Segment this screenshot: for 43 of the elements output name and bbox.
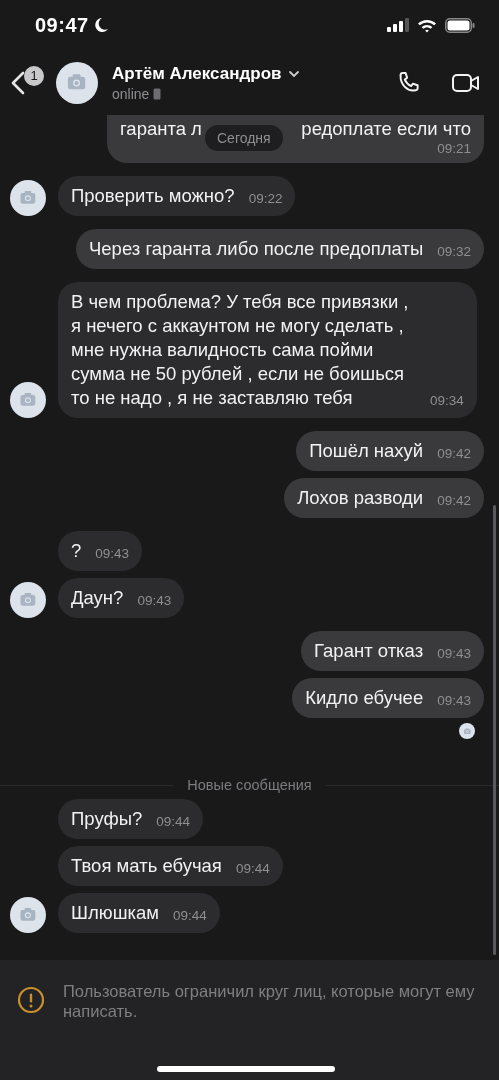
message-time: 09:34 (430, 392, 464, 410)
battery-icon (445, 17, 475, 33)
message-time: 09:22 (248, 190, 283, 208)
message-text: Проверить можно? (71, 184, 235, 208)
message-text: Пруфы? (71, 807, 143, 831)
phone-device-icon (153, 87, 162, 100)
message-text: ? (71, 539, 82, 563)
message-time: 09:43 (437, 692, 471, 710)
message-text: Даун? (71, 586, 124, 610)
message-time: 09:44 (235, 860, 270, 878)
contact-name[interactable]: Артём Александров (112, 63, 395, 84)
back-icon (10, 69, 26, 96)
message-time: 09:43 (437, 645, 471, 663)
message-text: Лохов разводи (297, 486, 424, 510)
unread-badge: 1 (24, 65, 44, 86)
message-text: Кидло ебучее (305, 686, 424, 710)
date-pill: Сегодня (205, 125, 283, 151)
wifi-icon (417, 17, 437, 33)
back-button[interactable]: 1 (10, 60, 50, 105)
message-text: редоплате если что (301, 117, 471, 141)
new-messages-divider: Новые сообщения (187, 777, 312, 793)
message-text: Через гаранта либо после предоплаты (89, 237, 424, 261)
chevron-down-icon (287, 69, 300, 78)
message-text: Шлюшкам (71, 901, 159, 925)
message-time: 09:43 (95, 545, 130, 563)
message-text: В чем проблема? У тебя все привязки , я нечего с аккаунтом не могу сделать , мне нужна валидность сама пойми сумма не 50 рублей , если не боишься то не надо , я не заставляю тебя (71, 290, 410, 410)
message-time: 09:32 (437, 243, 471, 261)
message-time: 09:44 (173, 907, 207, 925)
message-text: Гарант отказ (314, 639, 424, 663)
message-time: 09:44 (156, 813, 191, 831)
message-time: 09:42 (437, 445, 471, 463)
message-text: Твоя мать ебучая (71, 854, 222, 878)
message-text: Пошёл нахуй (309, 439, 424, 463)
online-status: online (112, 85, 150, 102)
contact-avatar (56, 61, 98, 104)
warning-icon (17, 986, 45, 1014)
signal-icon (387, 18, 409, 32)
message-time: 09:42 (437, 492, 471, 510)
restriction-notice: Пользователь ограничил круг лиц, которые могут ему написать. (63, 981, 475, 1021)
message-time: 09:21 (436, 141, 471, 157)
clock: 09:47 (35, 13, 89, 37)
message-text: гаранта л (120, 117, 202, 141)
message-time: 09:43 (137, 592, 172, 610)
